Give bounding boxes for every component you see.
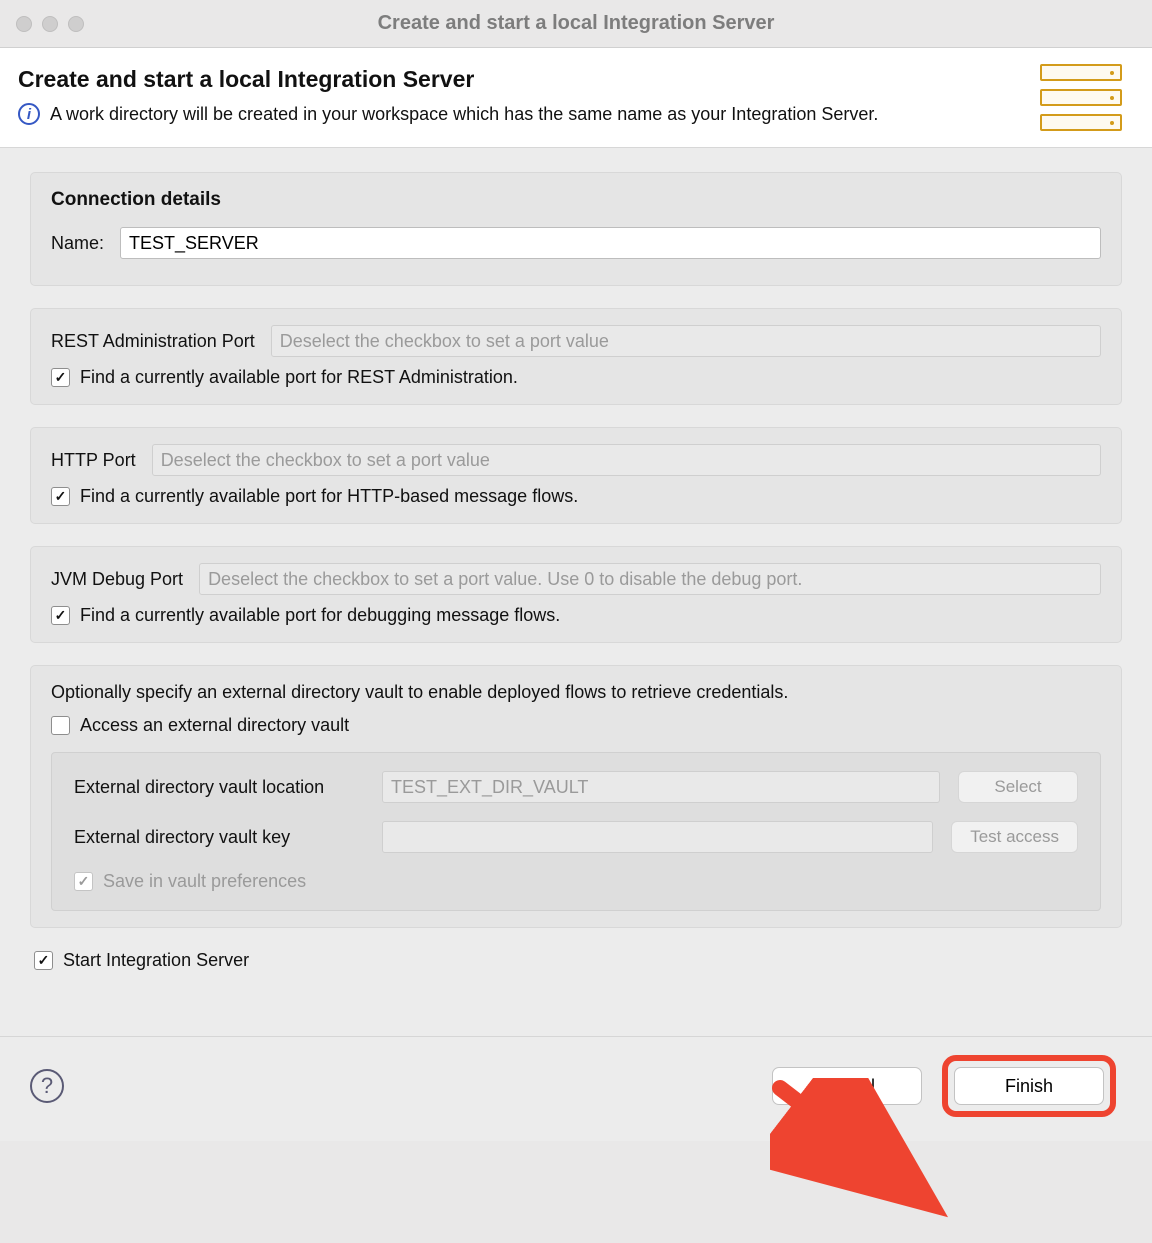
start-server-checkbox[interactable] bbox=[34, 951, 53, 970]
access-vault-checkbox[interactable] bbox=[51, 716, 70, 735]
wizard-header: Create and start a local Integration Ser… bbox=[0, 48, 1152, 148]
vault-intro: Optionally specify an external directory… bbox=[51, 682, 1101, 703]
vault-location-input bbox=[382, 771, 940, 803]
jvm-port-label: JVM Debug Port bbox=[51, 569, 183, 590]
page-title: Create and start a local Integration Ser… bbox=[18, 66, 1040, 93]
vault-location-label: External directory vault location bbox=[74, 777, 364, 798]
wizard-body: Connection details Name: REST Administra… bbox=[0, 148, 1152, 1036]
http-auto-port-label: Find a currently available port for HTTP… bbox=[80, 486, 578, 507]
http-port-input bbox=[152, 444, 1101, 476]
http-port-panel: HTTP Port Find a currently available por… bbox=[30, 427, 1122, 524]
jvm-port-panel: JVM Debug Port Find a currently availabl… bbox=[30, 546, 1122, 643]
vault-key-input bbox=[382, 821, 933, 853]
window-title: Create and start a local Integration Ser… bbox=[0, 12, 1152, 35]
wizard-footer: ? Cancel Finish bbox=[0, 1036, 1152, 1141]
vault-key-label: External directory vault key bbox=[74, 827, 364, 848]
start-server-label: Start Integration Server bbox=[63, 950, 249, 971]
info-icon: i bbox=[18, 103, 40, 125]
save-vault-prefs-label: Save in vault preferences bbox=[103, 871, 306, 892]
vault-panel: Optionally specify an external directory… bbox=[30, 665, 1122, 928]
connection-details-title: Connection details bbox=[51, 189, 1101, 211]
rest-auto-port-label: Find a currently available port for REST… bbox=[80, 367, 518, 388]
vault-select-button: Select bbox=[958, 771, 1078, 803]
name-label: Name: bbox=[51, 233, 104, 254]
page-description: A work directory will be created in your… bbox=[50, 104, 878, 125]
jvm-auto-port-label: Find a currently available port for debu… bbox=[80, 605, 560, 626]
name-input[interactable] bbox=[120, 227, 1101, 259]
finish-highlight: Finish bbox=[942, 1055, 1116, 1117]
rest-auto-port-checkbox[interactable] bbox=[51, 368, 70, 387]
http-port-label: HTTP Port bbox=[51, 450, 136, 471]
rest-port-panel: REST Administration Port Find a currentl… bbox=[30, 308, 1122, 405]
rest-port-label: REST Administration Port bbox=[51, 331, 255, 352]
save-vault-prefs-checkbox bbox=[74, 872, 93, 891]
server-stack-icon bbox=[1040, 62, 1122, 131]
connection-details-panel: Connection details Name: bbox=[30, 172, 1122, 286]
titlebar: Create and start a local Integration Ser… bbox=[0, 0, 1152, 48]
vault-test-button: Test access bbox=[951, 821, 1078, 853]
access-vault-label: Access an external directory vault bbox=[80, 715, 349, 736]
cancel-button[interactable]: Cancel bbox=[772, 1067, 922, 1105]
jvm-port-input bbox=[199, 563, 1101, 595]
finish-button[interactable]: Finish bbox=[954, 1067, 1104, 1105]
jvm-auto-port-checkbox[interactable] bbox=[51, 606, 70, 625]
http-auto-port-checkbox[interactable] bbox=[51, 487, 70, 506]
help-icon[interactable]: ? bbox=[30, 1069, 64, 1103]
rest-port-input bbox=[271, 325, 1101, 357]
vault-subpanel: External directory vault location Select… bbox=[51, 752, 1101, 911]
